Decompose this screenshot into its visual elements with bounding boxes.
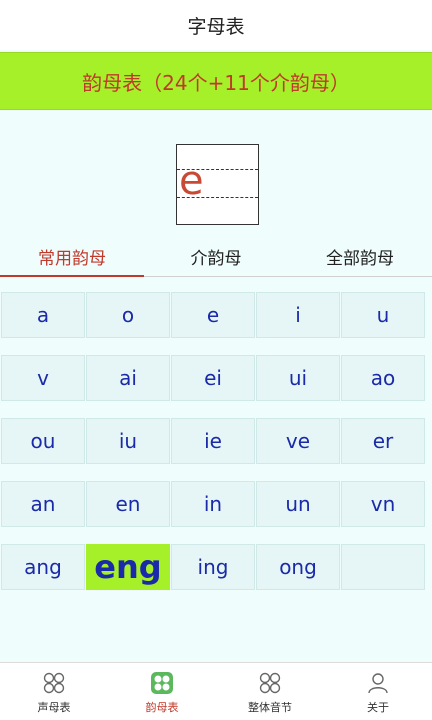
final-cell[interactable]: ao (341, 355, 425, 401)
tab-common-finals[interactable]: 常用韵母 (0, 236, 144, 277)
grid-circles-icon (41, 670, 67, 696)
letter-preview-box: e (176, 144, 259, 225)
final-cell[interactable]: un (256, 481, 340, 527)
final-cell[interactable]: a (1, 292, 85, 338)
final-cell[interactable]: iu (86, 418, 170, 464)
final-cell[interactable]: an (1, 481, 85, 527)
app-screen: 字母表 韵母表（24个+11个介韵母） e 常用韵母 介韵母 全部韵母 a o … (0, 0, 432, 720)
final-cell[interactable]: ou (1, 418, 85, 464)
empty-cell (341, 544, 425, 590)
final-cell[interactable]: v (1, 355, 85, 401)
finals-grid: a o e i u v ai ei ui ao ou iu ie ve er a… (0, 292, 432, 607)
final-cell[interactable]: ong (256, 544, 340, 590)
final-cell[interactable]: ie (171, 418, 255, 464)
nav-item-finals[interactable]: 韵母表 (108, 663, 216, 720)
person-icon (365, 670, 391, 696)
nav-item-initials[interactable]: 声母表 (0, 663, 108, 720)
grid-row: ou iu ie ve er (0, 418, 432, 464)
nav-label: 整体音节 (248, 700, 292, 714)
nav-label: 韵母表 (145, 700, 179, 714)
nav-label: 声母表 (37, 700, 71, 714)
tab-all-finals[interactable]: 全部韵母 (288, 236, 432, 276)
grid-row: v ai ei ui ao (0, 355, 432, 401)
preview-letter: e (179, 158, 204, 204)
final-cell-selected[interactable]: eng (86, 544, 170, 590)
final-cell[interactable]: vn (341, 481, 425, 527)
nav-label: 关于 (367, 700, 389, 714)
final-cell[interactable]: ui (256, 355, 340, 401)
tab-bar: 常用韵母 介韵母 全部韵母 (0, 236, 432, 277)
final-cell[interactable]: ang (1, 544, 85, 590)
page-title: 字母表 (0, 0, 432, 50)
final-cell[interactable]: er (341, 418, 425, 464)
final-cell[interactable]: ai (86, 355, 170, 401)
final-cell[interactable]: e (171, 292, 255, 338)
grid-row: ang eng ing ong (0, 544, 432, 590)
final-cell[interactable]: in (171, 481, 255, 527)
final-cell[interactable]: u (341, 292, 425, 338)
final-cell[interactable]: o (86, 292, 170, 338)
tab-medial-finals[interactable]: 介韵母 (144, 236, 288, 276)
section-banner: 韵母表（24个+11个介韵母） (0, 52, 432, 110)
clover-icon (149, 670, 175, 696)
grid-row: a o e i u (0, 292, 432, 338)
final-cell[interactable]: ei (171, 355, 255, 401)
bottom-nav: 声母表 韵母表 整体音节 关于 (0, 662, 432, 720)
final-cell[interactable]: en (86, 481, 170, 527)
final-cell[interactable]: ing (171, 544, 255, 590)
nav-item-syllables[interactable]: 整体音节 (216, 663, 324, 720)
grid-circles-icon (257, 670, 283, 696)
nav-item-about[interactable]: 关于 (324, 663, 432, 720)
final-cell[interactable]: ve (256, 418, 340, 464)
grid-row: an en in un vn (0, 481, 432, 527)
final-cell[interactable]: i (256, 292, 340, 338)
